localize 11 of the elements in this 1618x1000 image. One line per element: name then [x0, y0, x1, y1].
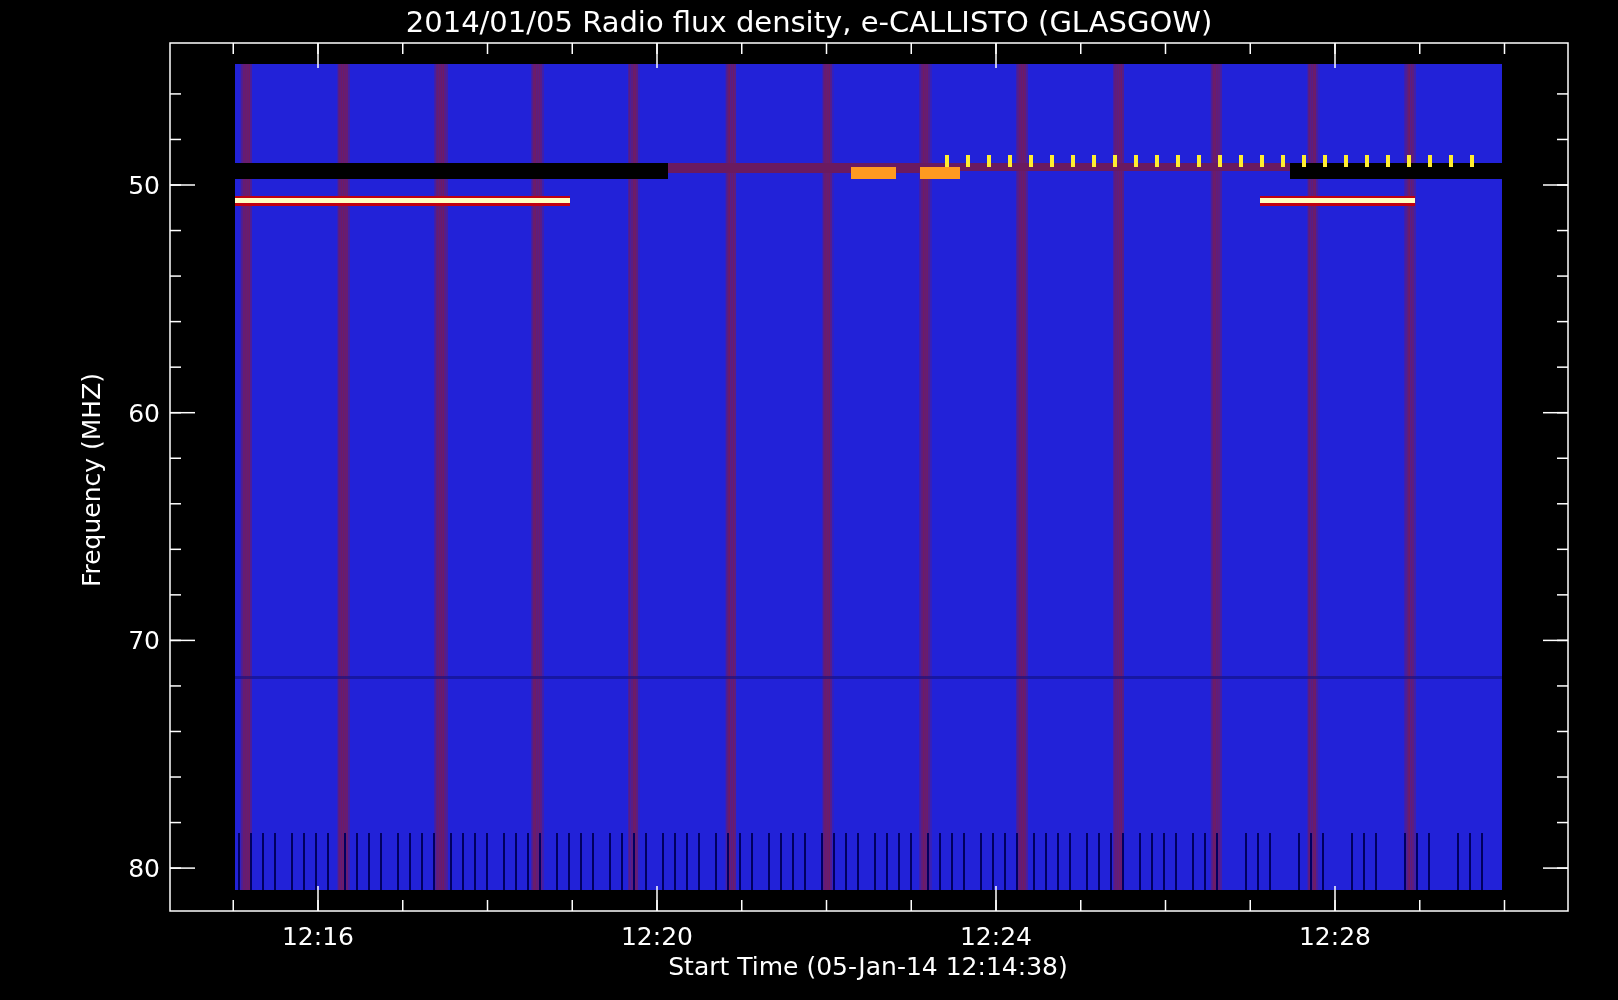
x-tick-label: 12:20 — [621, 922, 693, 951]
x-tick-label: 12:24 — [960, 922, 1032, 951]
x-tick-label: 12:16 — [282, 922, 354, 951]
plot-title: 2014/01/05 Radio flux density, e-CALLISTO (GLASGOW) — [405, 5, 1213, 39]
y-tick-label: 60 — [128, 398, 160, 428]
x-tick-label: 12:28 — [1299, 922, 1371, 951]
y-tick-label: 80 — [128, 854, 160, 884]
x-axis-label: Start Time (05-Jan-14 12:14:38) — [668, 952, 1068, 981]
y-axis-label: Frequency (MHZ) — [77, 372, 106, 588]
y-tick-label: 50 — [128, 171, 160, 200]
y-tick-label: 70 — [128, 626, 160, 656]
